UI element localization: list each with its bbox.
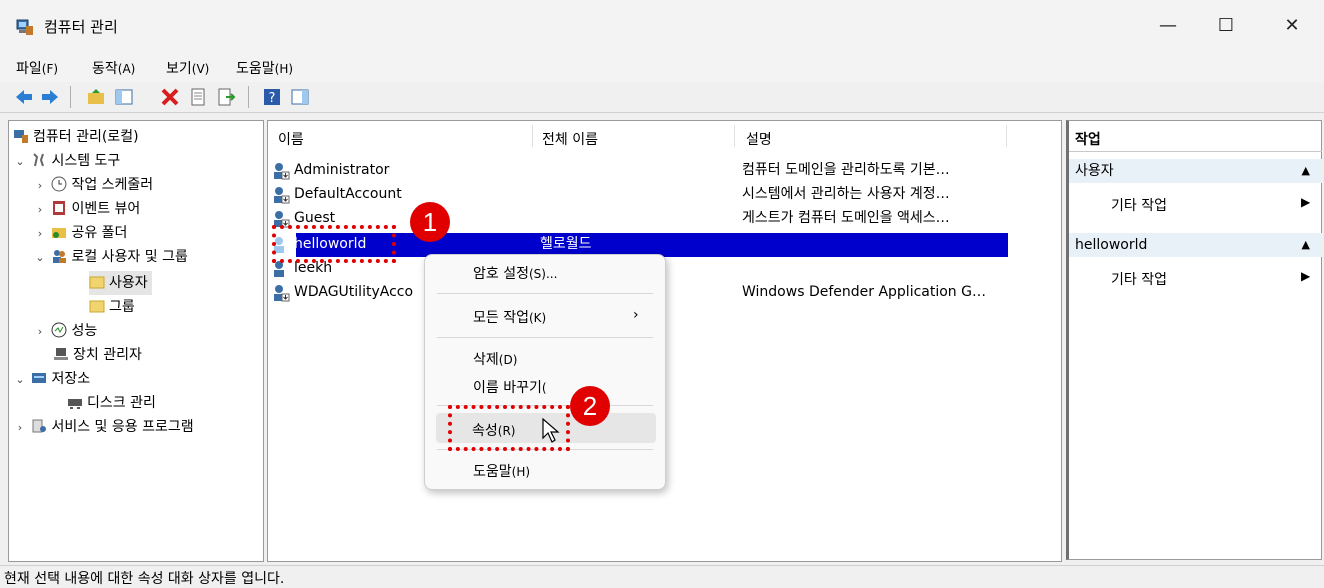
menu-separator [437, 337, 653, 338]
menu-help[interactable]: 도움말(H) [236, 58, 293, 78]
action-section-helloworld[interactable]: helloworld ▲ [1069, 233, 1322, 257]
tree-item-storage[interactable]: ⌄ 저장소 [13, 367, 90, 391]
tree-item-system-tools[interactable]: ⌄ 시스템 도구 [13, 149, 120, 173]
divider [1069, 151, 1322, 152]
column-divider[interactable] [734, 125, 735, 147]
back-arrow-icon[interactable] [14, 87, 34, 107]
column-divider[interactable] [1006, 125, 1007, 147]
console-tree: 컴퓨터 관리(로컬) ⌄ 시스템 도구 › 작업 스케줄러 › 이벤트 뷰어 ›… [8, 120, 264, 562]
performance-icon [51, 322, 67, 338]
show-hide-action-pane-icon[interactable] [290, 87, 310, 107]
tools-icon [33, 153, 45, 167]
submenu-arrow-icon: ▶ [1301, 269, 1311, 283]
collapse-triangle-icon[interactable]: ▲ [1302, 233, 1310, 257]
context-item-rename[interactable]: 이름 바꾸기( [473, 377, 547, 397]
action-section-users[interactable]: 사용자 ▲ [1069, 159, 1322, 183]
chevron-down-icon[interactable]: ⌄ [13, 368, 27, 392]
chevron-down-icon[interactable]: ⌄ [33, 246, 47, 270]
forward-arrow-icon[interactable] [40, 87, 60, 107]
up-folder-icon[interactable] [86, 87, 106, 107]
tree-item-performance[interactable]: › 성능 [33, 319, 97, 343]
folder-icon [89, 276, 105, 289]
tree-item-shared-folders[interactable]: › 공유 폴더 [33, 221, 128, 246]
action-more-tasks-users[interactable]: 기타 작업 [1111, 195, 1167, 215]
menu-separator [437, 293, 653, 294]
clock-icon [51, 176, 67, 192]
disk-icon [68, 399, 82, 409]
action-pane-header: 작업 [1075, 132, 1101, 148]
chevron-right-icon[interactable]: › [33, 174, 47, 198]
maximize-button[interactable]: ☐ [1206, 12, 1246, 40]
storage-icon [32, 373, 47, 383]
table-row[interactable]: Administrator 컴퓨터 도메인을 관리하도록 기본… [272, 159, 1052, 182]
computer-management-icon [16, 19, 33, 35]
toolbar-separator [248, 86, 249, 108]
context-item-all-tasks[interactable]: 모든 작업(K) [473, 307, 546, 327]
chevron-right-icon[interactable]: › [33, 198, 47, 222]
user-icon [274, 187, 290, 204]
toolbar-divider [0, 112, 1324, 113]
action-more-tasks-helloworld[interactable]: 기타 작업 [1111, 269, 1167, 289]
column-header-full-name[interactable]: 전체 이름 [542, 129, 598, 149]
shared-folder-icon [52, 228, 67, 238]
user-icon [274, 285, 290, 302]
help-icon[interactable]: ? [262, 87, 282, 107]
annotation-badge-1: 1 [410, 202, 450, 242]
column-header-name[interactable]: 이름 [278, 129, 304, 149]
submenu-arrow-icon: ▶ [1301, 195, 1311, 209]
context-item-help[interactable]: 도움말(H) [473, 461, 530, 481]
chevron-right-icon[interactable]: › [13, 416, 27, 440]
title-bar [0, 0, 1324, 52]
tree-item-groups[interactable]: 그룹 [89, 295, 135, 319]
delete-icon[interactable] [160, 87, 180, 107]
column-divider[interactable] [532, 125, 533, 147]
tree-item-computer-management[interactable]: 컴퓨터 관리(로컬) [13, 125, 139, 149]
tree-item-users[interactable]: 사용자 [89, 271, 152, 295]
computer-management-icon [14, 130, 28, 143]
tree-item-task-scheduler[interactable]: › 작업 스케줄러 [33, 173, 153, 197]
column-header-description[interactable]: 설명 [746, 129, 772, 149]
export-list-icon[interactable] [216, 87, 236, 107]
collapse-triangle-icon[interactable]: ▲ [1302, 159, 1310, 183]
tree-item-event-viewer[interactable]: › 이벤트 뷰어 [33, 197, 140, 221]
minimize-button[interactable]: — [1148, 12, 1188, 40]
menu-file[interactable]: 파일(F) [16, 58, 58, 78]
annotation-badge-2: 2 [570, 386, 610, 426]
chevron-down-icon[interactable]: ⌄ [13, 150, 27, 174]
context-item-delete[interactable]: 삭제(D) [473, 349, 517, 369]
annotation-box-1 [272, 225, 396, 263]
tree-item-local-users-groups[interactable]: ⌄ 로컬 사용자 및 그룹 [33, 245, 187, 270]
folder-icon [89, 300, 105, 313]
device-manager-icon [54, 348, 68, 360]
action-pane: 작업 사용자 ▲ 기타 작업 ▶ helloworld ▲ 기타 작업 ▶ [1066, 120, 1322, 560]
close-button[interactable]: ✕ [1272, 12, 1312, 40]
user-icon [274, 163, 290, 180]
table-row[interactable]: DefaultAccount 시스템에서 관리하는 사용자 계정… [272, 183, 1052, 206]
window-title: 컴퓨터 관리 [44, 18, 118, 36]
context-item-set-password[interactable]: 암호 설정(S)... [473, 263, 557, 283]
mouse-cursor-icon [542, 418, 560, 443]
tree-item-device-manager[interactable]: 장치 관리자 [53, 343, 142, 367]
chevron-right-icon[interactable]: › [33, 222, 47, 246]
menu-action[interactable]: 동작(A) [92, 58, 135, 78]
toolbar-separator [70, 86, 71, 108]
event-viewer-icon [53, 201, 66, 215]
menu-view[interactable]: 보기(V) [166, 58, 209, 78]
status-text: 현재 선택 내용에 대한 속성 대화 상자를 엽니다. [4, 571, 285, 587]
chevron-right-icon[interactable]: › [33, 320, 47, 344]
services-icon [32, 419, 47, 433]
tree-item-disk-management[interactable]: 디스크 관리 [67, 391, 156, 415]
users-group-icon [53, 250, 67, 263]
context-menu: 암호 설정(S)... 모든 작업(K) › 삭제(D) 이름 바꾸기( 도움말… [424, 254, 666, 490]
properties-icon[interactable] [188, 87, 208, 107]
chevron-right-icon: › [633, 307, 639, 323]
show-hide-tree-icon[interactable] [114, 87, 134, 107]
svg-text:?: ? [269, 91, 276, 106]
tree-item-services-apps[interactable]: › 서비스 및 응용 프로그램 [13, 415, 194, 439]
